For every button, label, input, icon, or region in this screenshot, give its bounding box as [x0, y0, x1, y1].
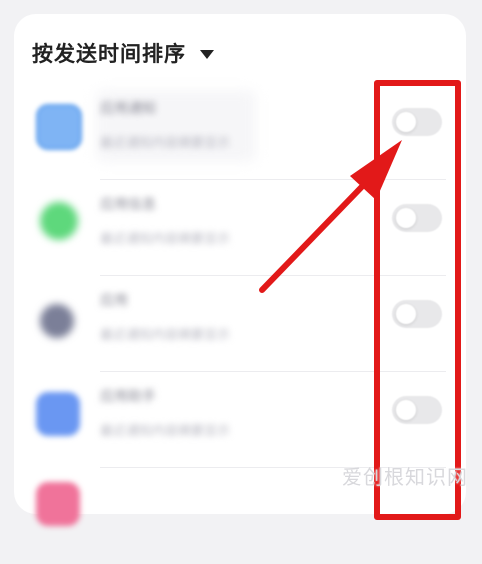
app-description: 最近通知内容摘要显示 — [100, 423, 231, 438]
app-description: 最近通知内容摘要显示 — [100, 135, 231, 150]
app-name: 应用 — [100, 292, 128, 308]
app-icon — [36, 482, 80, 526]
app-name: 应用信息 — [100, 196, 156, 212]
app-icon — [40, 304, 74, 338]
sort-label: 按发送时间排序 — [32, 43, 186, 66]
sort-dropdown[interactable]: 按发送时间排序 — [32, 38, 214, 68]
app-description: 最近通知内容摘要显示 — [100, 231, 231, 246]
app-name: 应用通知 — [100, 100, 156, 116]
watermark: 爱创根知识网 — [342, 467, 468, 489]
app-name: 应用助手 — [100, 388, 156, 404]
app-description: 最近通知内容摘要显示 — [100, 327, 231, 342]
app-icon — [36, 104, 82, 150]
caret-down-icon — [200, 49, 214, 59]
highlight-box — [374, 80, 461, 520]
app-icon — [40, 202, 78, 240]
app-icon — [36, 392, 80, 436]
